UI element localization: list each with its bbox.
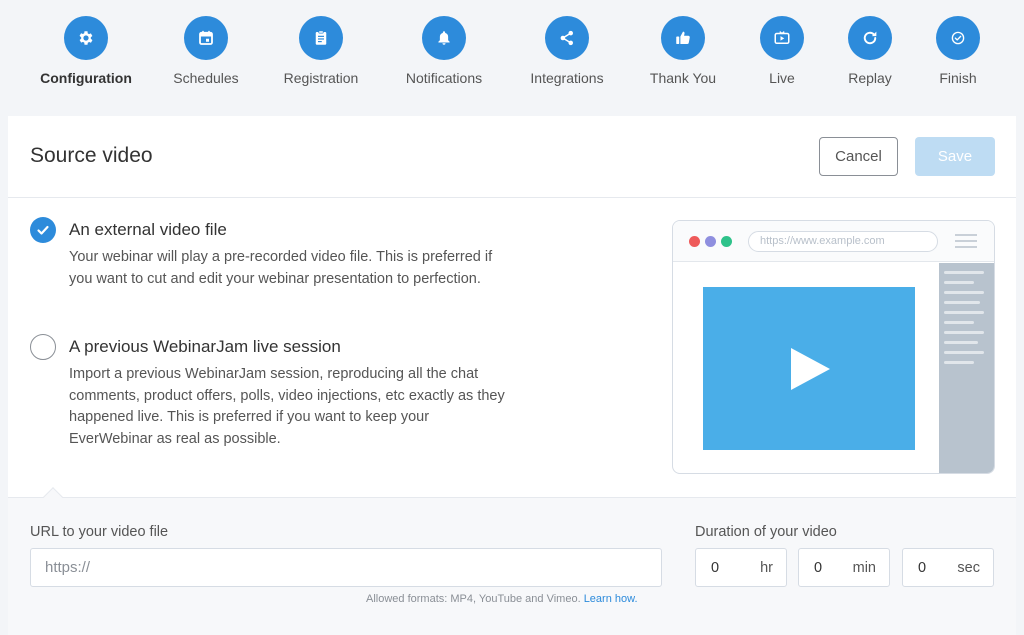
duration-hours-unit: hr — [760, 560, 773, 576]
refresh-icon — [848, 16, 892, 60]
step-notifications[interactable]: Notifications — [384, 16, 504, 86]
step-label: Integrations — [530, 70, 604, 86]
play-icon — [791, 347, 830, 390]
duration-seconds-field[interactable]: 0 sec — [902, 548, 994, 587]
duration-seconds-value: 0 — [918, 560, 927, 576]
cancel-button[interactable]: Cancel — [819, 137, 898, 176]
window-maximize-dot — [721, 236, 732, 247]
calendar-icon — [184, 16, 228, 60]
save-button[interactable]: Save — [915, 137, 995, 176]
step-label: Notifications — [405, 70, 483, 86]
duration-hours-value: 0 — [711, 560, 720, 576]
step-label: Schedules — [173, 70, 239, 86]
option-description: Your webinar will play a pre-recorded vi… — [69, 249, 493, 287]
menu-icon — [955, 234, 977, 252]
check-circle-icon — [936, 16, 980, 60]
thumbs-up-icon — [661, 16, 705, 60]
window-minimize-dot — [705, 236, 716, 247]
card-header: Source video Cancel Save — [8, 116, 1016, 198]
option-description: Import a previous WebinarJam session, re… — [69, 366, 505, 447]
step-integrations[interactable]: Integrations — [507, 16, 627, 86]
video-source-form: URL to your video file Allowed formats: … — [8, 487, 1016, 635]
step-label: Finish — [939, 70, 977, 86]
duration-seconds-unit: sec — [957, 560, 980, 576]
browser-toolbar: https://www.example.com — [673, 221, 994, 262]
window-close-dot — [689, 236, 700, 247]
video-url-input[interactable] — [30, 548, 662, 587]
duration-minutes-unit: min — [852, 560, 876, 576]
page-title: Source video — [30, 144, 153, 167]
checkmark-icon — [37, 225, 49, 235]
gear-icon — [64, 16, 108, 60]
step-registration[interactable]: Registration — [261, 16, 381, 86]
bell-icon — [422, 16, 466, 60]
option-title: A previous WebinarJam live session — [69, 337, 341, 356]
option-title: An external video file — [69, 220, 227, 239]
format-hint-text: Allowed formats: MP4, YouTube and Vimeo. — [366, 593, 581, 605]
tv-play-icon — [760, 16, 804, 60]
clipboard-icon — [299, 16, 343, 60]
step-label: Registration — [283, 70, 359, 86]
wizard-stepper: Configuration Schedules Registration Not… — [0, 0, 1024, 110]
duration-minutes-field[interactable]: 0 min — [798, 548, 890, 587]
selection-pointer — [43, 487, 63, 507]
share-icon — [545, 16, 589, 60]
sidebar-placeholder — [939, 263, 994, 473]
video-player — [703, 287, 915, 450]
radio-external-video[interactable] — [30, 217, 56, 243]
step-finish[interactable]: Finish — [898, 16, 1018, 86]
duration-label: Duration of your video — [695, 524, 837, 540]
format-hint: Allowed formats: MP4, YouTube and Vimeo.… — [366, 593, 638, 605]
radio-previous-session[interactable] — [30, 334, 56, 360]
duration-hours-field[interactable]: 0 hr — [695, 548, 787, 587]
source-video-card: Source video Cancel Save An external vid… — [8, 116, 1016, 635]
learn-how-link[interactable]: Learn how. — [584, 593, 638, 605]
duration-minutes-value: 0 — [814, 560, 823, 576]
step-schedules[interactable]: Schedules — [146, 16, 266, 86]
step-label: Configuration — [40, 70, 132, 86]
address-bar: https://www.example.com — [748, 231, 938, 252]
step-configuration[interactable]: Configuration — [26, 16, 146, 86]
browser-video-illustration: https://www.example.com — [672, 220, 995, 474]
url-label: URL to your video file — [30, 524, 169, 540]
